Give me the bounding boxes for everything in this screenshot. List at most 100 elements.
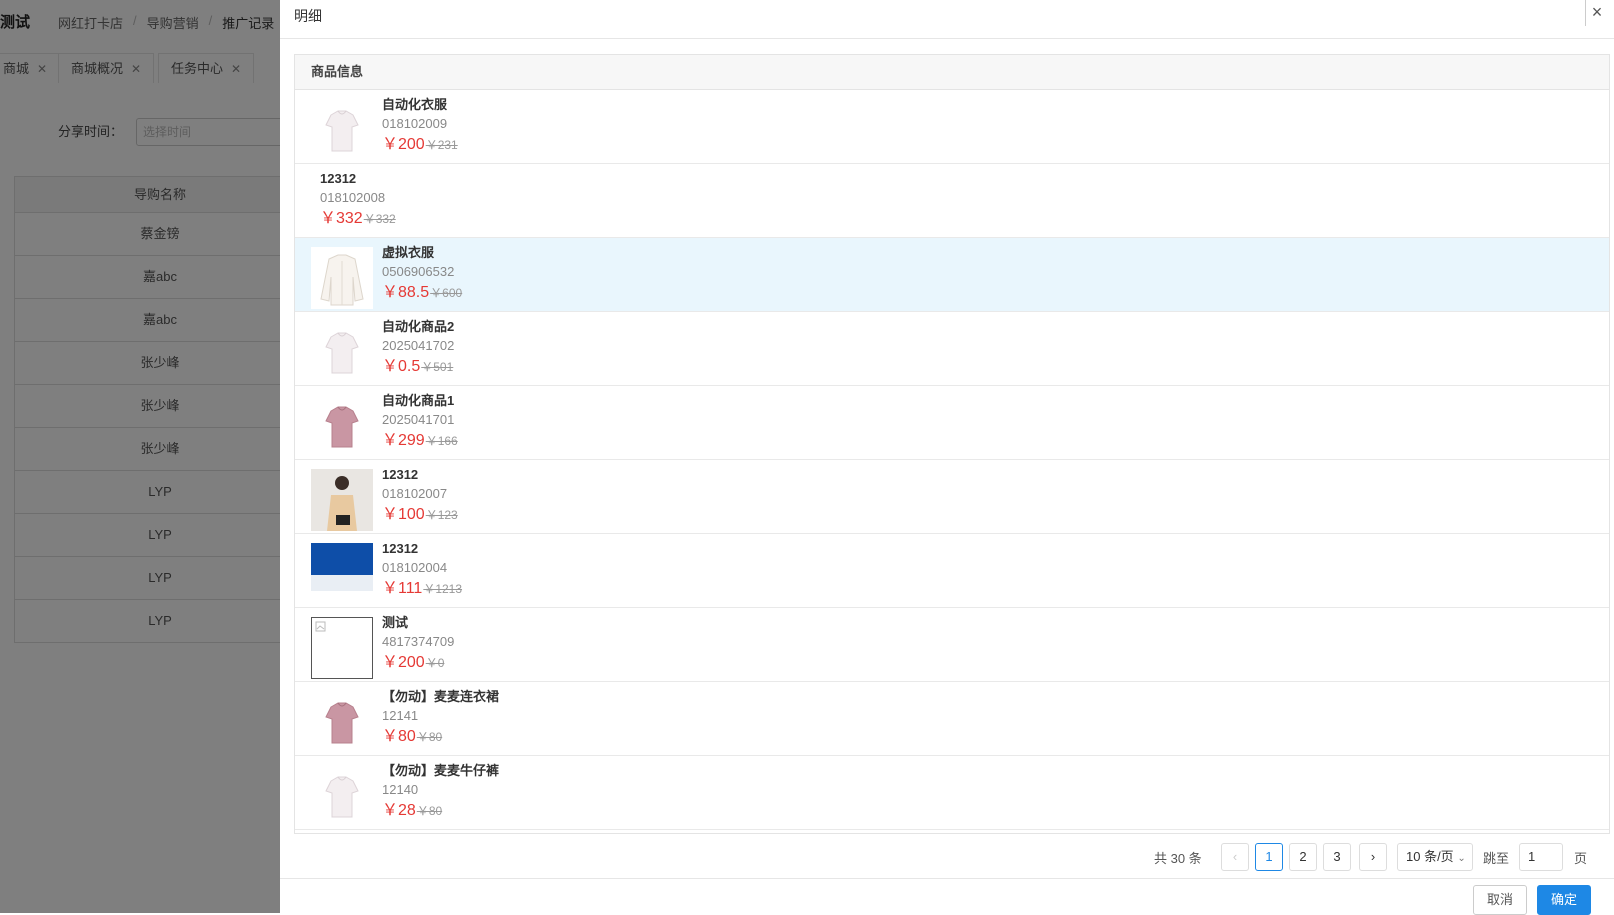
pagination: 共 30 条 ‹ 1 2 3 › 10 条/页 ⌄ 跳至 1 页 <box>280 842 1614 872</box>
divider <box>280 38 1614 39</box>
product-code: 0506906532 <box>382 264 455 279</box>
product-info: 自动化商品1 2025041701 ￥299￥166 <box>382 392 458 453</box>
product-code: 018102009 <box>382 116 448 131</box>
product-price: ￥100￥123 <box>382 503 458 527</box>
product-rows: 自动化衣服 018102009 ￥200￥231 12312 018102008 ￥332… <box>295 90 1609 830</box>
table-row[interactable]: 【勿动】麦麦连衣裙 12141 ￥80￥80 <box>295 682 1609 756</box>
sale-price: ￥100 <box>382 506 425 523</box>
product-name: 自动化商品2 <box>382 319 455 334</box>
confirm-button[interactable]: 确定 <box>1537 885 1591 915</box>
product-info: 测试 4817374709 ￥200￥0 <box>382 614 454 675</box>
product-code: 12141 <box>382 708 419 723</box>
product-code: 018102004 <box>382 560 448 575</box>
product-image <box>311 691 373 753</box>
detail-drawer: 明细 × 商品信息 自动化衣服 018102009 ￥200￥231 12312 018… <box>280 0 1614 915</box>
original-price: ￥231 <box>425 138 458 152</box>
product-image <box>311 321 373 383</box>
total-count: 共 30 条 <box>1154 851 1202 866</box>
product-name: 测试 <box>382 615 409 630</box>
page-size-select[interactable]: 10 条/页 ⌄ <box>1397 843 1473 871</box>
close-icon[interactable]: × <box>1585 0 1608 26</box>
product-name: 虚拟衣服 <box>382 245 435 260</box>
product-image <box>311 395 373 457</box>
jump-label: 跳至 <box>1483 851 1510 866</box>
product-image <box>311 247 373 309</box>
jump-suffix: 页 <box>1574 851 1588 866</box>
product-code: 2025041701 <box>382 412 455 427</box>
sale-price: ￥88.5 <box>382 284 430 301</box>
product-code: 4817374709 <box>382 634 455 649</box>
product-price: ￥111￥1213 <box>382 577 462 601</box>
next-page-button[interactable]: › <box>1359 843 1387 871</box>
product-price: ￥28￥80 <box>382 799 499 823</box>
table-row[interactable]: 自动化商品1 2025041701 ￥299￥166 <box>295 386 1609 460</box>
original-price: ￥1213 <box>423 582 463 596</box>
product-name: 自动化商品1 <box>382 393 455 408</box>
sale-price: ￥200 <box>382 654 425 671</box>
sale-price: ￥28 <box>382 802 416 819</box>
sale-price: ￥0.5 <box>382 358 421 375</box>
original-price: ￥123 <box>425 508 458 522</box>
product-name: 12312 <box>382 467 419 482</box>
product-name: 【勿动】麦麦连衣裙 <box>382 689 500 704</box>
page-3-button[interactable]: 3 <box>1323 843 1351 871</box>
product-name: 【勿动】麦麦牛仔裤 <box>382 763 500 778</box>
product-image <box>311 617 373 679</box>
product-info: 【勿动】麦麦牛仔裤 12140 ￥28￥80 <box>382 762 499 823</box>
product-info: 12312 018102007 ￥100￥123 <box>382 466 458 527</box>
page-2-button[interactable]: 2 <box>1289 843 1317 871</box>
product-price: ￥200￥0 <box>382 651 454 675</box>
table-row[interactable]: 【勿动】麦麦牛仔裤 12140 ￥28￥80 <box>295 756 1609 830</box>
prev-page-button[interactable]: ‹ <box>1221 843 1249 871</box>
product-price: ￥80￥80 <box>382 725 499 749</box>
sale-price: ￥80 <box>382 728 416 745</box>
product-name: 12312 <box>382 541 419 556</box>
table-row[interactable]: 12312 018102004 ￥111￥1213 <box>295 534 1609 608</box>
product-info-header: 商品信息 <box>295 55 1609 90</box>
product-name: 12312 <box>320 171 357 186</box>
drawer-title: 明细 <box>294 8 322 24</box>
product-code: 2025041702 <box>382 338 455 353</box>
page-size-value: 10 条/页 <box>1406 849 1454 864</box>
sale-price: ￥200 <box>382 136 425 153</box>
product-price: ￥200￥231 <box>382 133 458 157</box>
table-row[interactable]: 测试 4817374709 ￥200￥0 <box>295 608 1609 682</box>
product-name: 自动化衣服 <box>382 97 448 112</box>
original-price: ￥600 <box>430 286 463 300</box>
table-row[interactable]: 自动化商品2 2025041702 ￥0.5￥501 <box>295 312 1609 386</box>
product-code: 12140 <box>382 782 419 797</box>
chevron-down-icon: ⌄ <box>1457 853 1466 864</box>
page-1-button[interactable]: 1 <box>1255 843 1283 871</box>
product-info: 12312 018102004 ￥111￥1213 <box>382 540 462 601</box>
product-price: ￥332￥332 <box>320 207 396 231</box>
original-price: ￥332 <box>363 212 396 226</box>
original-price: ￥501 <box>421 360 454 374</box>
product-code: 018102008 <box>320 190 386 205</box>
product-code: 018102007 <box>382 486 448 501</box>
product-info: 12312 018102008 ￥332￥332 <box>320 170 396 231</box>
table-row[interactable]: 12312 018102008 ￥332￥332 <box>295 164 1609 238</box>
original-price: ￥0 <box>425 656 445 670</box>
product-info: 【勿动】麦麦连衣裙 12141 ￥80￥80 <box>382 688 499 749</box>
divider <box>280 878 1614 879</box>
product-table: 商品信息 自动化衣服 018102009 ￥200￥231 12312 01810200… <box>294 54 1610 834</box>
product-image <box>311 99 373 161</box>
product-price: ￥299￥166 <box>382 429 458 453</box>
table-row[interactable]: 12312 018102007 ￥100￥123 <box>295 460 1609 534</box>
cancel-button[interactable]: 取消 <box>1473 885 1527 915</box>
original-price: ￥166 <box>425 434 458 448</box>
product-info: 自动化商品2 2025041702 ￥0.5￥501 <box>382 318 454 379</box>
table-row[interactable]: 虚拟衣服 0506906532 ￥88.5￥600 <box>295 238 1609 312</box>
product-image <box>311 469 373 531</box>
product-image <box>311 765 373 827</box>
product-price: ￥88.5￥600 <box>382 281 462 305</box>
jump-page-input[interactable]: 1 <box>1519 843 1563 871</box>
product-image <box>311 543 373 605</box>
original-price: ￥80 <box>416 730 443 744</box>
sale-price: ￥332 <box>320 210 363 227</box>
product-info: 虚拟衣服 0506906532 ￥88.5￥600 <box>382 244 462 305</box>
sale-price: ￥111 <box>382 580 423 597</box>
product-info: 自动化衣服 018102009 ￥200￥231 <box>382 96 458 157</box>
table-row[interactable]: 自动化衣服 018102009 ￥200￥231 <box>295 90 1609 164</box>
original-price: ￥80 <box>416 804 443 818</box>
